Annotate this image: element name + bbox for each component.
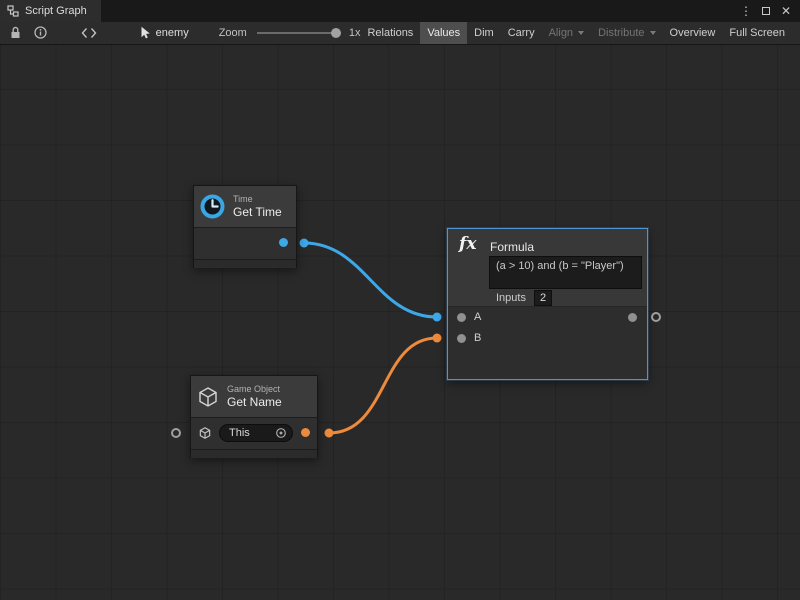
formula-header: fx Formula (a > 10) and (b = "Player") I… bbox=[448, 229, 647, 307]
node-header: Game Object Get Name bbox=[191, 376, 317, 418]
formula-ports: A B bbox=[448, 307, 647, 379]
graph-toolbar: enemy Zoom 1x Relations Values Dim Carry… bbox=[0, 22, 800, 45]
node-header: Time Get Time bbox=[194, 186, 296, 228]
formula-input-port-a[interactable] bbox=[457, 313, 466, 322]
graph-canvas[interactable]: Time Get Time fx Formula (a > 10) and (b… bbox=[0, 45, 800, 600]
maximize-square bbox=[762, 7, 770, 15]
inputs-count-field[interactable]: 2 bbox=[534, 290, 552, 306]
node-formula[interactable]: fx Formula (a > 10) and (b = "Player") I… bbox=[447, 228, 648, 380]
fullscreen-button[interactable]: Full Screen bbox=[722, 22, 792, 44]
zoom-slider-handle[interactable] bbox=[331, 28, 341, 38]
zoom-slider-track[interactable] bbox=[257, 32, 341, 34]
dim-button[interactable]: Dim bbox=[467, 22, 501, 44]
formula-expression-field[interactable]: (a > 10) and (b = "Player") bbox=[489, 256, 642, 289]
formula-output-outer-port[interactable] bbox=[651, 312, 661, 322]
node-body: This bbox=[191, 418, 317, 449]
target-object-field[interactable]: This bbox=[219, 424, 293, 442]
node-title: Get Name bbox=[227, 395, 282, 409]
chevron-down-icon bbox=[578, 31, 584, 35]
graph-name: enemy bbox=[156, 27, 189, 39]
chevron-down-icon bbox=[650, 31, 656, 35]
node-body bbox=[194, 228, 296, 259]
maximize-icon[interactable] bbox=[757, 1, 775, 21]
inputs-label: Inputs bbox=[496, 292, 526, 304]
formula-inputs-row: Inputs 2 bbox=[496, 290, 552, 306]
node-get-time[interactable]: Time Get Time bbox=[193, 185, 297, 268]
node-header-text: Time Get Time bbox=[233, 194, 282, 220]
values-button[interactable]: Values bbox=[420, 22, 467, 44]
zoom-label: Zoom bbox=[219, 27, 247, 39]
clock-icon bbox=[199, 193, 226, 220]
close-icon[interactable]: ✕ bbox=[777, 1, 795, 21]
node-category: Game Object bbox=[227, 384, 282, 395]
getname-target-outer-port[interactable] bbox=[171, 428, 181, 438]
zoom-slider[interactable] bbox=[255, 22, 343, 44]
menu-icon[interactable]: ⋮ bbox=[737, 1, 755, 21]
formula-output-port[interactable] bbox=[628, 313, 637, 322]
node-title: Get Time bbox=[233, 205, 282, 219]
title-bar: Script Graph ⋮ ✕ bbox=[0, 0, 800, 22]
lock-button[interactable] bbox=[8, 22, 23, 44]
formula-input-port-b[interactable] bbox=[457, 334, 466, 343]
node-category: Time bbox=[233, 194, 282, 205]
overview-button[interactable]: Overview bbox=[663, 22, 723, 44]
formula-fx-icon: fx bbox=[459, 234, 476, 254]
lock-icon bbox=[10, 26, 21, 39]
node-header-text: Game Object Get Name bbox=[227, 384, 282, 410]
zoom-value: 1x bbox=[349, 27, 361, 39]
wire-gettime-to-formula-a[interactable] bbox=[304, 243, 437, 317]
getname-output-port[interactable] bbox=[301, 428, 310, 437]
wire-layer bbox=[0, 45, 800, 600]
node-title: Formula bbox=[490, 240, 534, 254]
cube-icon bbox=[198, 426, 212, 440]
gettime-output-port[interactable] bbox=[279, 238, 288, 247]
graph-breadcrumb[interactable]: enemy bbox=[140, 26, 189, 39]
script-graph-icon bbox=[7, 5, 19, 17]
distribute-label: Distribute bbox=[598, 27, 644, 39]
tab-title: Script Graph bbox=[25, 5, 87, 17]
distribute-dropdown[interactable]: Distribute bbox=[591, 22, 662, 44]
info-icon bbox=[34, 26, 47, 39]
align-label: Align bbox=[549, 27, 573, 39]
code-brackets-icon bbox=[81, 27, 97, 39]
info-button[interactable] bbox=[33, 22, 48, 44]
align-dropdown[interactable]: Align bbox=[542, 22, 591, 44]
object-picker-icon[interactable] bbox=[275, 427, 287, 439]
script-graph-window: Script Graph ⋮ ✕ bbox=[0, 0, 800, 600]
cursor-icon bbox=[140, 26, 151, 39]
port-label-b: B bbox=[474, 332, 481, 344]
toolbar-button-group: Relations Values Dim Carry Align Distrib… bbox=[360, 22, 792, 44]
node-get-name[interactable]: Game Object Get Name This bbox=[190, 375, 318, 458]
carry-button[interactable]: Carry bbox=[501, 22, 542, 44]
tab-script-graph[interactable]: Script Graph bbox=[0, 0, 101, 22]
node-footer bbox=[191, 449, 317, 458]
window-controls: ⋮ ✕ bbox=[737, 0, 800, 22]
code-view-button[interactable] bbox=[79, 22, 100, 44]
port-label-a: A bbox=[474, 311, 481, 323]
target-object-value: This bbox=[229, 428, 275, 439]
relations-button[interactable]: Relations bbox=[360, 22, 420, 44]
game-object-cube-icon bbox=[196, 385, 220, 409]
node-footer bbox=[194, 259, 296, 268]
wire-getname-to-formula-b[interactable] bbox=[329, 338, 437, 433]
